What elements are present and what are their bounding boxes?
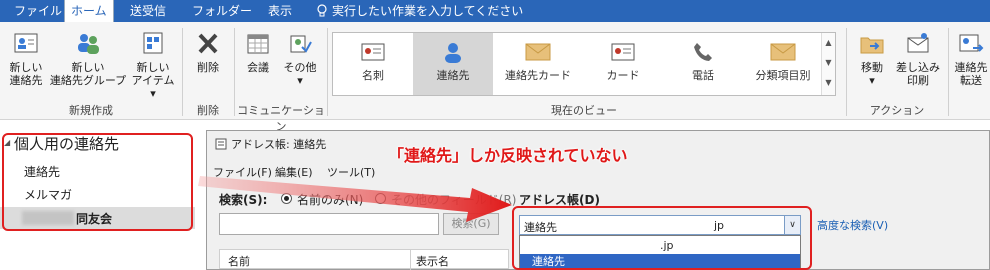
annotation-arrow [198,176,512,222]
annotation-callout: 「連絡先」しか反映されていない [388,146,628,165]
